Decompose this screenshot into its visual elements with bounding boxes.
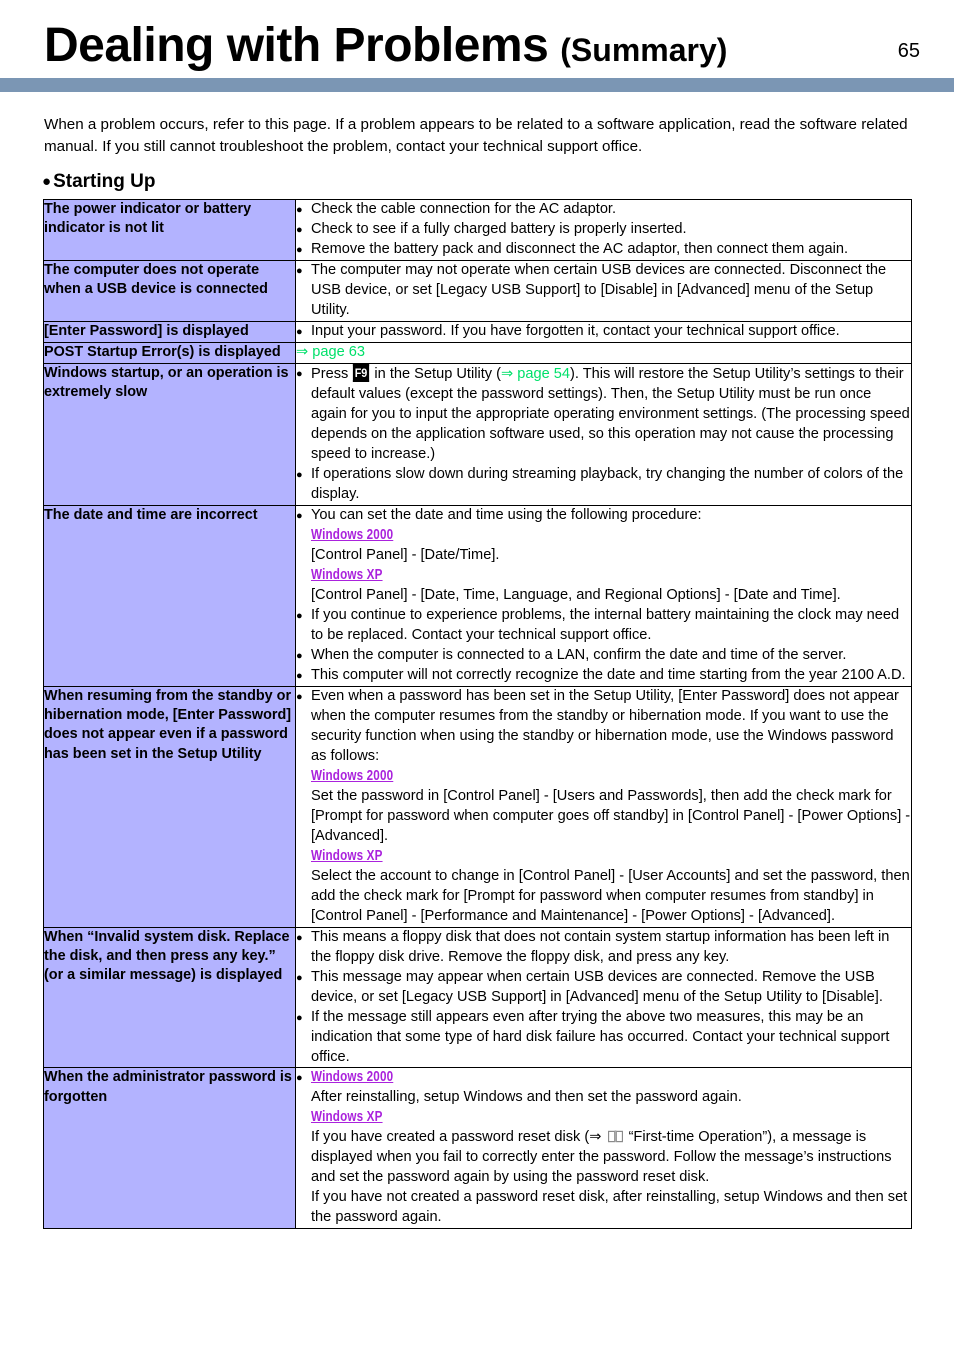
page-header: Dealing with Problems (Summary) 65: [0, 0, 954, 92]
symptom-cell: The computer does not operate when a USB…: [43, 260, 296, 323]
solution-cell: You can set the date and time using the …: [295, 504, 912, 687]
solution-list: Even when a password has been set in the…: [296, 687, 911, 927]
solution-item: Check the cable connection for the AC ad…: [296, 200, 911, 220]
solution-cell: Press F9 in the Setup Utility (⇒ page 54…: [295, 363, 912, 506]
solution-subline: [Control Panel] - [Date/Time].: [311, 546, 500, 563]
solution-item: Even when a password has been set in the…: [296, 687, 911, 927]
table-row: When the administrator password is forgo…: [43, 1067, 912, 1230]
table-row: Windows startup, or an operation is extr…: [43, 363, 912, 506]
section-heading-starting-up: ● Starting Up: [42, 171, 954, 193]
windows-version-tag: Windows XP: [311, 566, 383, 583]
windows-version-tag: Windows XP: [311, 1109, 383, 1126]
table-row: When resuming from the standby or hibern…: [43, 685, 912, 928]
solution-item: When the computer is connected to a LAN,…: [296, 646, 911, 666]
symptom-cell: Windows startup, or an operation is extr…: [43, 363, 296, 506]
solution-list: Windows 2000 After reinstalling, setup Wi…: [296, 1068, 911, 1228]
solution-list: Press F9 in the Setup Utility (⇒ page 54…: [296, 364, 911, 505]
problem-solution-table: The power indicator or battery indicator…: [43, 199, 912, 1230]
symptom-cell: When resuming from the standby or hibern…: [43, 685, 296, 928]
symptom-cell: POST Startup Error(s) is displayed: [43, 342, 296, 365]
symptom-cell: The power indicator or battery indicator…: [43, 199, 296, 262]
solution-cell: Windows 2000 After reinstalling, setup Wi…: [295, 1067, 912, 1230]
header-rule: [0, 78, 954, 92]
symptom-cell: When “Invalid system disk. Replace the d…: [43, 926, 296, 1069]
page-title-subtitle: (Summary): [560, 32, 728, 68]
page-reference-link[interactable]: ⇒ page 54: [501, 366, 570, 382]
solution-item: If the message still appears even after …: [296, 1008, 911, 1068]
solution-subline: [Control Panel] - [Date, Time, Language,…: [311, 586, 841, 603]
book-icon: [607, 1130, 623, 1143]
solution-subline: After reinstalling, setup Windows and th…: [311, 1089, 742, 1106]
symptom-cell: The date and time are incorrect: [43, 504, 296, 687]
page-number: 65: [897, 40, 920, 62]
solution-item: Remove the battery pack and disconnect t…: [296, 240, 911, 260]
solution-item: This message may appear when certain USB…: [296, 968, 911, 1008]
solution-item: You can set the date and time using the …: [296, 506, 911, 606]
solution-item: The computer may not operate when certai…: [296, 261, 911, 321]
solution-item: This computer will not correctly recogni…: [296, 666, 911, 686]
solution-cell: Input your password. If you have forgott…: [295, 321, 912, 344]
solution-cell: Even when a password has been set in the…: [295, 685, 912, 928]
solution-subline: If you have created a password reset dis…: [311, 1129, 892, 1186]
solution-list: This means a floppy disk that does not c…: [296, 928, 911, 1068]
windows-version-tag: Windows XP: [311, 847, 383, 864]
solution-subline: If you have not created a password reset…: [311, 1189, 908, 1226]
windows-version-tag: Windows 2000: [311, 1069, 394, 1086]
page-title: Dealing with Problems: [44, 19, 549, 72]
table-row: The date and time are incorrectYou can s…: [43, 504, 912, 687]
solution-item: If you continue to experience problems, …: [296, 606, 911, 646]
solution-subline: Set the password in [Control Panel] - [U…: [311, 787, 911, 844]
table-row: The computer does not operate when a USB…: [43, 260, 912, 323]
solution-cell: ⇒ page 63: [295, 342, 912, 365]
bullet-icon: ●: [42, 172, 52, 190]
title-row: Dealing with Problems (Summary) 65: [0, 0, 954, 70]
solution-item: Windows 2000 After reinstalling, setup Wi…: [296, 1068, 911, 1228]
solution-list: Input your password. If you have forgott…: [296, 322, 911, 342]
solution-cell: The computer may not operate when certai…: [295, 260, 912, 323]
section-heading-label: Starting Up: [53, 171, 156, 193]
symptom-cell: [Enter Password] is displayed: [43, 321, 296, 344]
windows-version-tag: Windows 2000: [311, 767, 394, 784]
table-row: POST Startup Error(s) is displayed ⇒ page…: [43, 342, 912, 365]
solution-item: Input your password. If you have forgott…: [296, 322, 911, 342]
solution-subline: Select the account to change in [Control…: [311, 867, 910, 924]
solution-item: If operations slow down during streaming…: [296, 465, 911, 505]
table-row: When “Invalid system disk. Replace the d…: [43, 926, 912, 1069]
intro-paragraph: When a problem occurs, refer to this pag…: [44, 116, 908, 155]
solution-item: Check to see if a fully charged battery …: [296, 220, 911, 240]
solution-list: The computer may not operate when certai…: [296, 261, 911, 321]
symptom-cell: When the administrator password is forgo…: [43, 1067, 296, 1230]
solution-cell: This means a floppy disk that does not c…: [295, 926, 912, 1069]
windows-version-tag: Windows 2000: [311, 526, 394, 543]
table-row: [Enter Password] is displayedInput your …: [43, 321, 912, 344]
f9-keycap-icon: F9: [353, 364, 370, 383]
solution-cell: Check the cable connection for the AC ad…: [295, 199, 912, 262]
solution-list: You can set the date and time using the …: [296, 506, 911, 686]
solution-list: Check the cable connection for the AC ad…: [296, 200, 911, 260]
page-reference-link[interactable]: ⇒ page 63: [296, 344, 365, 360]
table-row: The power indicator or battery indicator…: [43, 199, 912, 262]
solution-item: Press F9 in the Setup Utility (⇒ page 54…: [296, 364, 911, 465]
solution-item: This means a floppy disk that does not c…: [296, 928, 911, 968]
